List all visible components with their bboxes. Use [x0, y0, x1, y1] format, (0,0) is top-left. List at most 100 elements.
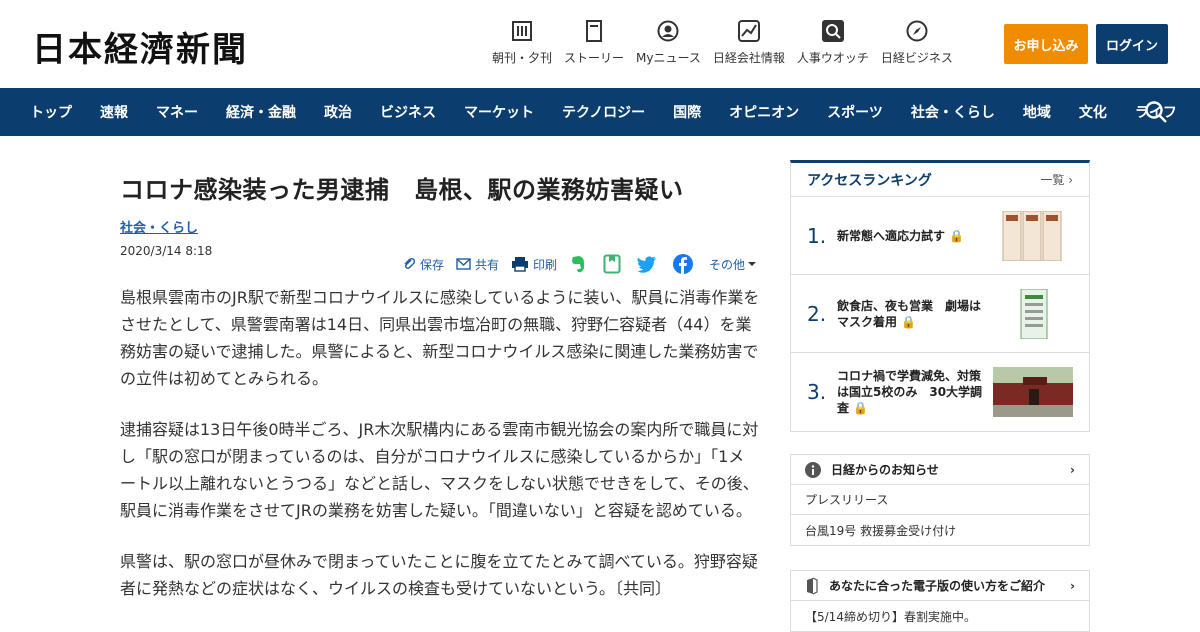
share-label: 共有	[474, 257, 499, 272]
apply-button[interactable]: お申し込み	[1004, 24, 1088, 64]
ranking-header: アクセスランキング 一覧 ›	[791, 163, 1089, 197]
login-button[interactable]: ログイン	[1096, 24, 1168, 64]
tool-label: ストーリー	[564, 51, 625, 65]
save-button[interactable]: 保存	[402, 256, 444, 273]
newspaper-icon	[511, 20, 533, 42]
site-logo[interactable]: 日本経濟新聞	[32, 22, 248, 71]
ranking-headline: コロナ禍で学費減免、対策は国立5校のみ 30大学調査 🔒	[837, 368, 987, 416]
notice-item[interactable]: プレスリリース	[791, 485, 1089, 515]
facebook-icon	[672, 254, 693, 274]
notice-item[interactable]: 台風19号 救援募金受け付け	[791, 515, 1089, 545]
notice-header[interactable]: 日経からのお知らせ ›	[791, 455, 1089, 485]
nav-item-region[interactable]: 地域	[1023, 102, 1051, 122]
evernote-icon	[571, 256, 585, 273]
ranking-thumbnail	[993, 367, 1073, 417]
ranking-number: 2.	[807, 301, 827, 326]
tool-label: 日経ビジネス	[880, 51, 953, 65]
nav-item-business[interactable]: ビジネス	[380, 102, 436, 122]
twitter-button[interactable]	[636, 255, 661, 273]
main-nav: トップ 速報 マネー 経済・金融 政治 ビジネス マーケット テクノロジー 国際…	[0, 88, 1200, 136]
share-button[interactable]: 共有	[456, 256, 499, 273]
tool-mynews[interactable]: Myニュース	[636, 20, 701, 66]
ranking-more-link[interactable]: 一覧 ›	[1040, 171, 1073, 188]
tool-label: 日経会社情報	[712, 51, 785, 65]
magnifier-icon	[821, 20, 844, 42]
ranking-title: アクセスランキング	[807, 172, 932, 189]
ranking-thumbnail	[993, 289, 1073, 339]
tool-story[interactable]: ストーリー	[564, 20, 624, 66]
user-icon	[657, 20, 679, 42]
nav-item-economy[interactable]: 経済・金融	[226, 102, 296, 122]
article-title: コロナ感染装った男逮捕 島根、駅の業務妨害疑い	[120, 176, 684, 204]
caret-down-icon	[748, 262, 756, 266]
tool-label: 朝刊・夕刊	[492, 51, 553, 65]
twitter-icon	[636, 255, 656, 273]
tool-paper[interactable]: 朝刊・夕刊	[492, 20, 552, 66]
nav-item-top[interactable]: トップ	[30, 102, 72, 122]
ranking-item[interactable]: 3. コロナ禍で学費減免、対策は国立5校のみ 30大学調査 🔒	[791, 353, 1089, 431]
more-share-dropdown[interactable]: その他	[709, 256, 760, 273]
ranking-number: 3.	[807, 380, 827, 404]
article-category-link[interactable]: 社会・くらし	[120, 217, 198, 236]
lock-icon: 🔒	[853, 401, 869, 415]
tool-label: Myニュース	[636, 51, 701, 65]
more-label: その他	[708, 257, 745, 272]
tool-business[interactable]: 日経ビジネス	[881, 20, 953, 66]
nav-item-technology[interactable]: テクノロジー	[562, 102, 645, 122]
header-tools: 朝刊・夕刊 ストーリー Myニュース 日経会社情報 人事ウオッチ 日経ビジネス	[486, 20, 959, 66]
ranking-headline-text: 新常態へ適応力試す	[837, 228, 946, 243]
guide-title: あなたに合った電子版の使い方をご紹介	[829, 579, 1046, 593]
compass-icon	[906, 20, 928, 42]
nav-item-market[interactable]: マーケット	[464, 102, 534, 122]
book-icon	[583, 20, 605, 42]
guide-box: あなたに合った電子版の使い方をご紹介 › 【5/14締め切り】春割実施中。	[790, 570, 1090, 632]
printer-icon	[511, 257, 528, 272]
save-label: 保存	[419, 257, 444, 272]
lock-icon: 🔒	[901, 314, 917, 329]
ranking-item[interactable]: 1. 新常態へ適応力試す 🔒	[791, 197, 1089, 275]
tool-label: 人事ウオッチ	[796, 51, 869, 65]
nav-item-international[interactable]: 国際	[673, 102, 701, 122]
nav-item-culture[interactable]: 文化	[1079, 102, 1107, 122]
lock-icon: 🔒	[949, 228, 965, 243]
article: コロナ感染装った男逮捕 島根、駅の業務妨害疑い 社会・くらし 2020/3/14…	[120, 170, 760, 598]
access-ranking: アクセスランキング 一覧 › 1. 新常態へ適応力試す 🔒 2. 飲食店、夜も営…	[790, 160, 1090, 432]
guide-item[interactable]: 【5/14締め切り】春割実施中。	[791, 601, 1089, 631]
share-toolbar: 保存 共有 印刷 その他	[390, 254, 760, 274]
nav-item-money[interactable]: マネー	[156, 102, 198, 122]
notice-title: 日経からのお知らせ	[831, 463, 939, 477]
nav-item-opinion[interactable]: オピニオン	[729, 102, 799, 122]
print-label: 印刷	[532, 257, 557, 272]
article-paragraph: 逮捕容疑は13日午後0時半ごろ、JR木次駅構内にある雲南市観光協会の案内所で職員…	[120, 420, 759, 520]
clip-icon	[404, 257, 415, 270]
ranking-headline: 飲食店、夜も営業 劇場はマスク着用 🔒	[837, 298, 987, 330]
nav-item-society[interactable]: 社会・くらし	[911, 102, 995, 122]
guide-header[interactable]: あなたに合った電子版の使い方をご紹介 ›	[791, 571, 1089, 601]
sidebar: アクセスランキング 一覧 › 1. 新常態へ適応力試す 🔒 2. 飲食店、夜も営…	[790, 160, 1090, 632]
nav-item-politics[interactable]: 政治	[324, 102, 352, 122]
article-body: 島根県雲南市のJR駅で新型コロナウイルスに感染しているように装い、駅員に消毒作業…	[120, 284, 760, 626]
tool-jinji[interactable]: 人事ウオッチ	[797, 20, 869, 66]
search-icon[interactable]	[1144, 100, 1168, 124]
mail-icon	[456, 258, 471, 270]
ranking-number: 1.	[807, 223, 827, 248]
article-paragraph: 県警は、駅の窓口が昼休みで閉まっていたことに腹を立てたとみて調べている。狩野容疑…	[120, 552, 758, 598]
ranking-headline: 新常態へ適応力試す 🔒	[837, 228, 987, 244]
ranking-item[interactable]: 2. 飲食店、夜も営業 劇場はマスク着用 🔒	[791, 275, 1089, 353]
facebook-button[interactable]	[672, 254, 697, 274]
nav-items: トップ 速報 マネー 経済・金融 政治 ビジネス マーケット テクノロジー 国際…	[30, 88, 1200, 136]
nav-item-sokuho[interactable]: 速報	[100, 102, 128, 122]
ranking-thumbnail	[993, 211, 1073, 261]
evernote-button[interactable]	[569, 254, 591, 274]
chevron-right-icon: ›	[1070, 578, 1075, 593]
chevron-right-icon: ›	[1070, 462, 1075, 477]
chart-icon	[737, 20, 760, 42]
print-button[interactable]: 印刷	[511, 256, 557, 273]
site-header: 日本経濟新聞 朝刊・夕刊 ストーリー Myニュース 日経会社情報 人事ウオッチ …	[0, 0, 1200, 88]
nikkei-notice: 日経からのお知らせ › プレスリリース 台風19号 救援募金受け付け	[790, 454, 1090, 546]
tool-company[interactable]: 日経会社情報	[713, 20, 785, 66]
bookmark-icon	[603, 254, 621, 274]
nav-item-sports[interactable]: スポーツ	[827, 102, 883, 122]
ranking-more-label: 一覧	[1040, 173, 1065, 187]
bookmark-button[interactable]	[603, 254, 625, 274]
